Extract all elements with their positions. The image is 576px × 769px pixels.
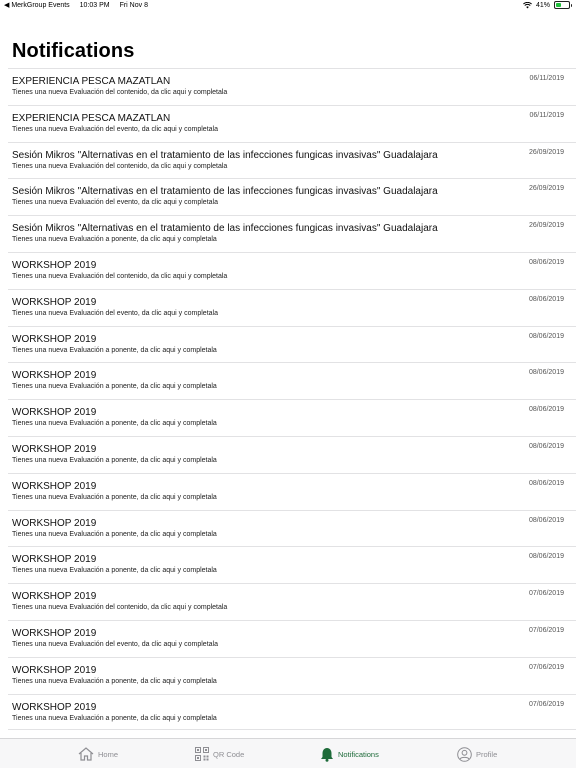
- tab-profile-label: Profile: [476, 749, 498, 759]
- notification-title: WORKSHOP 2019: [12, 370, 97, 382]
- notification-date: 07/06/2019: [528, 590, 564, 598]
- notification-date: 26/09/2019: [528, 185, 564, 193]
- profile-icon: [457, 746, 472, 762]
- status-bar: ◀ MerkGroup Events 10:03 PM Fri Nov 8 41…: [0, 0, 576, 12]
- notification-row[interactable]: WORKSHOP 2019 Tienes una nueva Evaluación…: [8, 619, 576, 657]
- notification-row[interactable]: WORKSHOP 2019 Tienes una nueva Evaluación…: [8, 325, 576, 363]
- battery-icon: [554, 1, 572, 9]
- notification-subtitle: Tienes una nueva Evaluación a ponente, d…: [12, 567, 217, 575]
- notification-subtitle: Tienes una nueva Evaluación del contenid…: [12, 272, 228, 280]
- bell-icon: [321, 747, 333, 762]
- notification-subtitle: Tienes una nueva Evaluación del evento, …: [12, 125, 218, 133]
- notification-row[interactable]: WORKSHOP 2019 Tienes una nueva Evaluación…: [8, 583, 576, 620]
- battery-percent: 41%: [535, 1, 550, 9]
- notification-subtitle: Tienes una nueva Evaluación a ponente, d…: [12, 714, 217, 722]
- notification-row[interactable]: WORKSHOP 2019 Tienes una nueva Evaluación…: [8, 288, 576, 326]
- tab-qr-code[interactable]: QR Code: [195, 739, 244, 769]
- notification-subtitle: Tienes una nueva Evaluación a ponente, d…: [12, 530, 217, 538]
- notification-title: WORKSHOP 2019: [12, 701, 97, 713]
- notification-date: 06/11/2019: [529, 75, 564, 82]
- notification-subtitle: Tienes una nueva Evaluación a ponente, d…: [12, 346, 217, 354]
- notification-row[interactable]: WORKSHOP 2019 Tienes una nueva Evaluación…: [8, 472, 576, 510]
- tab-qr-code-label: QR Code: [213, 749, 245, 759]
- tab-profile[interactable]: Profile: [457, 739, 497, 769]
- status-right: 41%: [523, 1, 572, 9]
- notification-subtitle: Tienes una nueva Evaluación a ponente, d…: [12, 236, 217, 244]
- notification-title: EXPERIENCIA PESCA MAZATLAN: [12, 112, 171, 124]
- notification-row[interactable]: Sesión Mikros "Alternativas en el tratam…: [8, 141, 576, 179]
- notification-subtitle: Tienes una nueva Evaluación del evento, …: [12, 640, 218, 648]
- notifications-list: EXPERIENCIA PESCA MAZATLAN Tienes una nue…: [0, 68, 576, 731]
- status-date: Fri Nov 8: [119, 2, 148, 9]
- notification-date: 06/11/2019: [529, 111, 564, 119]
- notification-row[interactable]: Sesión Mikros "Alternativas en el tratam…: [8, 178, 576, 215]
- home-icon: [78, 747, 94, 761]
- notification-row[interactable]: WORKSHOP 2019 Tienes una nueva Evaluación…: [8, 693, 576, 731]
- notification-subtitle: Tienes una nueva Evaluación a ponente, d…: [12, 677, 217, 685]
- notification-date: 08/06/2019: [528, 479, 564, 487]
- notification-title: WORKSHOP 2019: [12, 333, 97, 345]
- notification-title: EXPERIENCIA PESCA MAZATLAN: [12, 76, 171, 87]
- tab-home-label: Home: [98, 749, 119, 759]
- notification-row[interactable]: WORKSHOP 2019 Tienes una nueva Evaluación…: [8, 435, 576, 473]
- notification-date: 08/06/2019: [528, 369, 564, 377]
- tab-bar: Home QR Code Notifications Profile: [0, 738, 576, 768]
- notification-date: 08/06/2019: [528, 442, 564, 450]
- wifi-icon: [523, 1, 532, 8]
- notification-subtitle: Tienes una nueva Evaluación a ponente, d…: [12, 456, 217, 464]
- notification-date: 08/06/2019: [528, 516, 564, 524]
- notification-date: 08/06/2019: [528, 258, 564, 266]
- notification-row[interactable]: WORKSHOP 2019 Tienes una nueva Evaluación…: [8, 362, 576, 399]
- notification-subtitle: Tienes una nueva Evaluación del contenid…: [12, 604, 228, 612]
- notification-date: 08/06/2019: [528, 295, 564, 303]
- notification-date: 08/06/2019: [528, 332, 564, 340]
- tab-home[interactable]: Home: [78, 739, 118, 769]
- notification-title: Sesión Mikros "Alternativas en el tratam…: [12, 186, 438, 198]
- status-left: ◀ MerkGroup Events 10:03 PM Fri Nov 8: [4, 1, 156, 9]
- notification-subtitle: Tienes una nueva Evaluación a ponente, d…: [12, 420, 217, 428]
- notification-title: WORKSHOP 2019: [12, 664, 97, 676]
- notification-subtitle: Tienes una nueva Evaluación del contenid…: [12, 89, 228, 96]
- tab-notifications[interactable]: Notifications: [320, 739, 379, 769]
- page-title: Notifications: [12, 40, 135, 62]
- back-to-app-link[interactable]: ◀ MerkGroup Events: [4, 2, 70, 9]
- notification-subtitle: Tienes una nueva Evaluación del evento, …: [12, 199, 218, 207]
- notification-title: WORKSHOP 2019: [12, 259, 97, 271]
- notification-date: 07/06/2019: [528, 663, 564, 671]
- back-app-label: MerkGroup Events: [11, 2, 70, 9]
- notification-title: WORKSHOP 2019: [12, 591, 97, 603]
- notification-subtitle: Tienes una nueva Evaluación a ponente, d…: [12, 493, 217, 501]
- status-time: 10:03 PM: [79, 2, 110, 9]
- notification-title: WORKSHOP 2019: [12, 480, 97, 492]
- notification-title: WORKSHOP 2019: [12, 443, 97, 455]
- notification-title: WORKSHOP 2019: [12, 407, 97, 419]
- notification-title: WORKSHOP 2019: [12, 517, 97, 529]
- notification-date: 08/06/2019: [528, 406, 564, 414]
- notification-row[interactable]: WORKSHOP 2019 Tienes una nueva Evaluación…: [8, 399, 576, 436]
- notification-row[interactable]: WORKSHOP 2019 Tienes una nueva Evaluación…: [8, 656, 576, 694]
- notification-date: 26/09/2019: [528, 222, 564, 230]
- notification-date: 26/09/2019: [528, 148, 564, 156]
- notification-row[interactable]: Sesión Mikros "Alternativas en el tratam…: [8, 215, 576, 252]
- notification-title: WORKSHOP 2019: [12, 296, 97, 308]
- tab-notifications-label: Notifications: [338, 749, 379, 759]
- notification-title: WORKSHOP 2019: [12, 627, 97, 639]
- notification-date: 07/06/2019: [528, 626, 564, 634]
- qr-code-icon: [195, 747, 209, 761]
- notification-date: 08/06/2019: [528, 553, 564, 561]
- notification-row[interactable]: EXPERIENCIA PESCA MAZATLAN Tienes una nue…: [8, 104, 576, 142]
- notification-date: 07/06/2019: [528, 700, 564, 708]
- notification-row[interactable]: WORKSHOP 2019 Tienes una nueva Evaluación…: [8, 509, 576, 547]
- notification-title: Sesión Mikros "Alternativas en el tratam…: [12, 149, 438, 161]
- notification-row[interactable]: WORKSHOP 2019 Tienes una nueva Evaluación…: [8, 546, 576, 583]
- notification-subtitle: Tienes una nueva Evaluación a ponente, d…: [12, 383, 217, 391]
- notification-row[interactable]: EXPERIENCIA PESCA MAZATLAN Tienes una nue…: [8, 68, 576, 105]
- notification-title: Sesión Mikros "Alternativas en el tratam…: [12, 223, 438, 235]
- notification-title: WORKSHOP 2019: [12, 554, 97, 566]
- notification-subtitle: Tienes una nueva Evaluación del contenid…: [12, 162, 228, 170]
- notification-row[interactable]: WORKSHOP 2019 Tienes una nueva Evaluación…: [8, 251, 576, 289]
- notification-subtitle: Tienes una nueva Evaluación del evento, …: [12, 309, 218, 317]
